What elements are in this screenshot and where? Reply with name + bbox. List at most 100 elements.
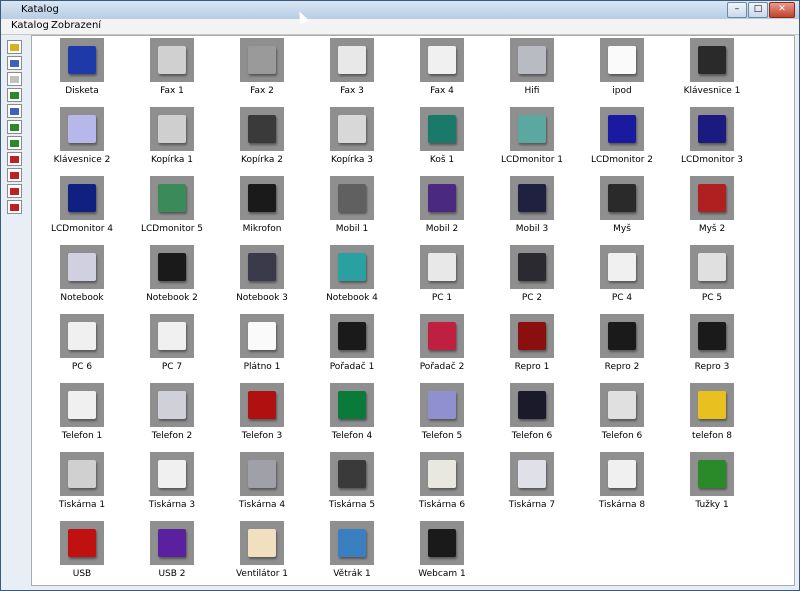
catalog-item[interactable]: Koš 1 (402, 107, 482, 165)
menu-zobrazeni[interactable]: Zobrazení (51, 20, 101, 31)
item-thumbnail (150, 452, 194, 496)
item-label: Tužky 1 (695, 500, 729, 510)
close-button[interactable]: ✕ (769, 2, 795, 18)
catalog-item[interactable]: Fax 1 (132, 38, 212, 96)
catalog-item[interactable]: Tiskárna 4 (222, 452, 302, 510)
catalog-item[interactable]: Telefon 1 (42, 383, 122, 441)
catalog-item[interactable]: Pořadač 1 (312, 314, 392, 372)
item-thumbnail (690, 452, 734, 496)
catalog-item[interactable]: Notebook 4 (312, 245, 392, 303)
red-doc-icon[interactable] (7, 168, 22, 182)
catalog-item[interactable]: PC 5 (672, 245, 752, 303)
catalog-item[interactable]: PC 2 (492, 245, 572, 303)
item-thumbnail (60, 245, 104, 289)
catalog-item[interactable]: Notebook 2 (132, 245, 212, 303)
catalog-item[interactable]: Telefon 3 (222, 383, 302, 441)
catalog-item[interactable]: Telefon 2 (132, 383, 212, 441)
image-list-icon[interactable] (7, 88, 22, 102)
item-label: Telefon 1 (61, 431, 103, 441)
catalog-item[interactable]: Telefon 4 (312, 383, 392, 441)
catalog-item[interactable]: Myš 2 (672, 176, 752, 234)
catalog-item[interactable]: telefon 8 (672, 383, 752, 441)
catalog-item[interactable]: LCDmonitor 3 (672, 107, 752, 165)
red-doc2-icon[interactable] (7, 184, 22, 198)
catalog-item[interactable]: Fax 3 (312, 38, 392, 96)
catalog-item[interactable]: Kopírka 2 (222, 107, 302, 165)
item-label: Disketa (65, 86, 99, 96)
picture-icon[interactable] (7, 120, 22, 134)
minimize-button[interactable]: – (727, 2, 747, 18)
catalog-item[interactable]: Tiskárna 6 (402, 452, 482, 510)
catalog-item[interactable]: Kopírka 1 (132, 107, 212, 165)
red-doc3-icon[interactable] (7, 200, 22, 214)
item-label: Telefon 4 (331, 431, 373, 441)
catalog-item[interactable]: Repro 1 (492, 314, 572, 372)
catalog-item[interactable]: Klávesnice 2 (42, 107, 122, 165)
catalog-item[interactable]: LCDmonitor 1 (492, 107, 572, 165)
catalog-item[interactable]: Myš (582, 176, 662, 234)
catalog-item[interactable]: Kopírka 3 (312, 107, 392, 165)
menu-katalog[interactable]: Katalog (11, 20, 49, 31)
catalog-item[interactable]: Ventilátor 1 (222, 521, 302, 579)
catalog-item[interactable]: Tiskárna 8 (582, 452, 662, 510)
catalog-item[interactable]: Větrák 1 (312, 521, 392, 579)
catalog-item[interactable]: LCDmonitor 2 (582, 107, 662, 165)
catalog-item[interactable]: Repro 2 (582, 314, 662, 372)
item-label: PC 6 (71, 362, 93, 372)
item-thumbnail (420, 452, 464, 496)
item-label: Mobil 2 (425, 224, 459, 234)
catalog-item[interactable]: Mobil 3 (492, 176, 572, 234)
catalog-item[interactable]: PC 4 (582, 245, 662, 303)
catalog-item[interactable]: Repro 3 (672, 314, 752, 372)
item-label: telefon 8 (691, 431, 733, 441)
item-label: PC 2 (521, 293, 543, 303)
catalog-item[interactable]: Telefon 6 (492, 383, 572, 441)
item-thumbnail (330, 452, 374, 496)
catalog-item[interactable]: Tiskárna 5 (312, 452, 392, 510)
item-thumbnail (150, 38, 194, 82)
catalog-item[interactable]: Pořadač 2 (402, 314, 482, 372)
catalog-item[interactable]: Disketa (42, 38, 122, 96)
maximize-button[interactable]: □ (748, 2, 768, 18)
item-thumbnail (690, 314, 734, 358)
catalog-item[interactable]: Mikrofon (222, 176, 302, 234)
catalog-item[interactable]: Notebook 3 (222, 245, 302, 303)
item-thumbnail (420, 383, 464, 427)
item-thumbnail (510, 245, 554, 289)
catalog-item[interactable]: Fax 4 (402, 38, 482, 96)
catalog-item[interactable]: LCDmonitor 5 (132, 176, 212, 234)
catalog-item[interactable]: PC 1 (402, 245, 482, 303)
catalog-item[interactable]: Tužky 1 (672, 452, 752, 510)
catalog-item[interactable]: Notebook (42, 245, 122, 303)
catalog-item[interactable]: LCDmonitor 4 (42, 176, 122, 234)
catalog-item[interactable]: Webcam 1 (402, 521, 482, 579)
catalog-item[interactable]: PC 7 (132, 314, 212, 372)
catalog-item[interactable]: Mobil 1 (312, 176, 392, 234)
item-label: Koš 1 (429, 155, 455, 165)
catalog-item[interactable]: Klávesnice 1 (672, 38, 752, 96)
catalog-item[interactable]: Hifi (492, 38, 572, 96)
grid-icon[interactable] (7, 56, 22, 70)
item-label: Tiskárna 8 (598, 500, 646, 510)
picture2-icon[interactable] (7, 136, 22, 150)
tools-icon[interactable] (7, 152, 22, 166)
filter-icon[interactable] (7, 72, 22, 86)
title-bar[interactable]: Katalog – □ ✕ (1, 1, 799, 20)
catalog-item[interactable]: USB 2 (132, 521, 212, 579)
catalog-item[interactable]: Telefon 6 (582, 383, 662, 441)
item-label: Klávesnice 1 (683, 86, 741, 96)
catalog-item[interactable]: USB (42, 521, 122, 579)
catalog-item[interactable]: Tiskárna 1 (42, 452, 122, 510)
catalog-item[interactable]: Telefon 5 (402, 383, 482, 441)
item-thumbnail (330, 314, 374, 358)
catalog-item[interactable]: Tiskárna 3 (132, 452, 212, 510)
catalog-item[interactable]: Mobil 2 (402, 176, 482, 234)
catalog-item[interactable]: Tiskárna 7 (492, 452, 572, 510)
catalog-item[interactable]: Fax 2 (222, 38, 302, 96)
tree-icon[interactable] (7, 104, 22, 118)
item-label: Telefon 3 (241, 431, 283, 441)
folder-icon[interactable] (7, 40, 22, 54)
catalog-item[interactable]: ipod (582, 38, 662, 96)
catalog-item[interactable]: PC 6 (42, 314, 122, 372)
catalog-item[interactable]: Plátno 1 (222, 314, 302, 372)
